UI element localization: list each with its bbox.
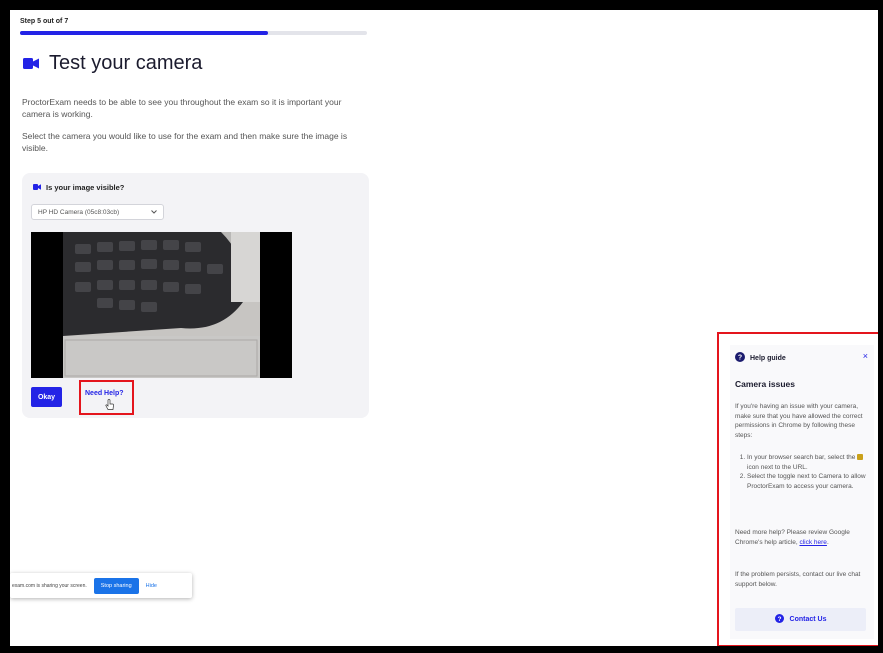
- intro-paragraph-2: Select the camera you would like to use …: [22, 131, 348, 153]
- svg-text:?: ?: [738, 355, 742, 362]
- page: Step 5 out of 7 Test your camera Proctor…: [10, 10, 878, 646]
- help-step-1-text-b: icon next to the URL.: [747, 463, 808, 471]
- help-guide-subtitle: Camera issues: [735, 379, 796, 389]
- question-circle-icon: ?: [774, 614, 784, 625]
- help-guide-title: Help guide: [750, 354, 786, 362]
- card-heading: Is your image visible?: [33, 183, 124, 192]
- help-step-1: In your browser search bar, select the i…: [747, 453, 875, 472]
- help-guide-intro: If you're having an issue with your came…: [735, 403, 863, 439]
- help-guide-more-help: Need more help? Please review Google Chr…: [735, 528, 863, 547]
- camera-preview: [31, 232, 292, 378]
- screen-share-text: exam.com is sharing your screen.: [12, 582, 87, 589]
- need-help-link[interactable]: Need Help?: [85, 390, 124, 397]
- more-help-period: .: [826, 538, 829, 546]
- step-progress-fill: [20, 31, 268, 35]
- camera-select-value: HP HD Camera (05c8:03cb): [38, 208, 120, 216]
- contact-us-label: Contact Us: [789, 616, 827, 623]
- help-step-1-text-a: In your browser search bar, select the: [747, 454, 856, 461]
- help-step-2: Select the toggle next to Camera to allo…: [747, 472, 875, 491]
- camera-select[interactable]: HP HD Camera (05c8:03cb): [31, 204, 164, 220]
- card-heading-text: Is your image visible?: [46, 183, 125, 192]
- chevron-down-icon: [151, 209, 157, 216]
- hand-pointer-cursor-icon: [105, 398, 115, 416]
- hide-link[interactable]: Hide: [146, 583, 157, 589]
- camera-check-card: Is your image visible? HP HD Camera (05c…: [22, 173, 369, 418]
- help-guide-panel: ? Help guide × Camera issues If you're h…: [730, 345, 874, 639]
- step-label: Step 5 out of 7: [20, 18, 69, 25]
- need-help-highlight: Need Help?: [79, 380, 134, 415]
- close-icon[interactable]: ×: [863, 351, 868, 361]
- page-header: Test your camera: [23, 52, 202, 75]
- screen-share-bar: exam.com is sharing your screen. Stop sh…: [10, 573, 192, 598]
- okay-button[interactable]: Okay: [31, 387, 62, 407]
- svg-text:?: ?: [777, 616, 781, 623]
- more-help-text: Need more help? Please review Google Chr…: [735, 529, 850, 546]
- click-here-link[interactable]: click here: [799, 539, 826, 546]
- question-circle-icon: ?: [735, 352, 745, 364]
- contact-us-button[interactable]: ? Contact Us: [735, 608, 866, 631]
- help-guide-header: ? Help guide: [735, 352, 786, 364]
- help-guide-highlight: ? Help guide × Camera issues If you're h…: [717, 332, 878, 646]
- lock-icon: [857, 454, 864, 461]
- page-title: Test your camera: [49, 52, 203, 74]
- help-guide-steps: In your browser search bar, select the i…: [735, 453, 875, 491]
- step-progress-bar: [20, 31, 367, 35]
- camera-preview-image: [31, 232, 292, 378]
- video-camera-icon: [23, 58, 39, 69]
- help-guide-persist: If the problem persists, contact our liv…: [735, 571, 861, 588]
- video-camera-icon: [33, 183, 41, 192]
- stop-sharing-button[interactable]: Stop sharing: [93, 577, 139, 594]
- intro-paragraph-1: ProctorExam needs to be able to see you …: [22, 97, 342, 119]
